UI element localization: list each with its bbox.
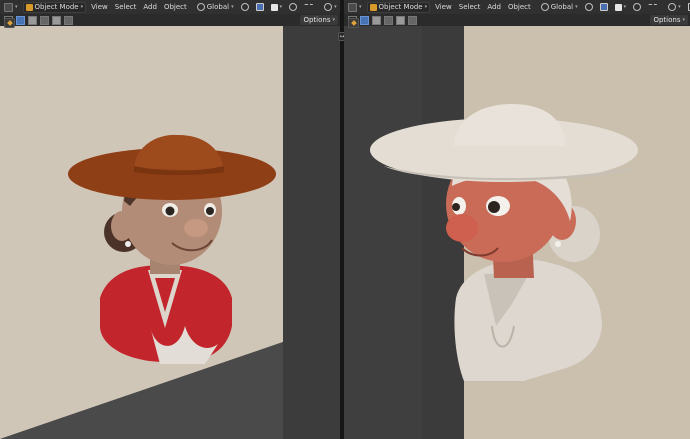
visibility-button[interactable]: ▾ bbox=[666, 2, 683, 13]
header-right: ▾ Object Mode ▾ View Select Add Object G… bbox=[344, 0, 690, 14]
header-left: ▾ Object Mode ▾ View Select Add Object G… bbox=[0, 0, 340, 14]
chevron-down-icon: ▾ bbox=[279, 4, 283, 10]
falloff-icon bbox=[648, 4, 659, 10]
pivot-button[interactable] bbox=[239, 2, 251, 13]
pivot-icon bbox=[584, 3, 593, 11]
tool-settings-left: Options ▾ bbox=[0, 14, 340, 26]
proportional-edit-button[interactable] bbox=[631, 2, 643, 13]
tool-settings-right: Options ▾ bbox=[344, 14, 690, 26]
orientation-label: Global bbox=[550, 3, 574, 11]
mode-label: Object Mode bbox=[34, 3, 79, 11]
mode-label: Object Mode bbox=[378, 3, 423, 11]
visibility-button[interactable]: ▾ bbox=[322, 2, 339, 13]
select-new-icon[interactable] bbox=[360, 15, 369, 25]
snap-target-icon bbox=[614, 3, 622, 11]
menu-add[interactable]: Add bbox=[485, 2, 503, 13]
options-label: Options bbox=[303, 16, 331, 24]
select-extend-icon[interactable] bbox=[28, 15, 37, 25]
select-new-icon[interactable] bbox=[16, 15, 25, 25]
snap-toggle[interactable] bbox=[254, 2, 266, 13]
options-button[interactable]: Options ▾ bbox=[650, 15, 688, 25]
viewport-left[interactable]: ▾ Object Mode ▾ View Select Add Object G… bbox=[0, 0, 340, 439]
orientation-icon bbox=[540, 3, 549, 11]
snap-icon bbox=[599, 3, 608, 11]
falloff-button[interactable] bbox=[302, 2, 316, 13]
chevron-down-icon: ▾ bbox=[575, 4, 578, 10]
chevron-down-icon: ▾ bbox=[231, 4, 234, 10]
select-box-tool-icon[interactable] bbox=[348, 18, 359, 28]
options-chevron-icon: ▾ bbox=[332, 17, 335, 23]
menu-add[interactable]: Add bbox=[141, 2, 159, 13]
viewport-right-canvas[interactable] bbox=[344, 26, 690, 439]
falloff-icon bbox=[304, 4, 315, 10]
chevron-down-icon: ▾ bbox=[15, 4, 18, 10]
snap-target-button[interactable]: ▾ bbox=[613, 2, 629, 13]
options-button[interactable]: Options ▾ bbox=[300, 15, 338, 25]
mode-dropdown[interactable]: Object Mode ▾ bbox=[22, 1, 87, 13]
options-chevron-icon: ▾ bbox=[682, 17, 685, 23]
falloff-button[interactable] bbox=[646, 2, 660, 13]
orientation-dropdown[interactable]: Global ▾ bbox=[195, 2, 236, 13]
editor-type-icon bbox=[348, 2, 357, 12]
snap-icon bbox=[255, 3, 264, 11]
menu-view[interactable]: View bbox=[433, 2, 454, 13]
editor-type-button[interactable]: ▾ bbox=[2, 2, 20, 13]
mode-dropdown[interactable]: Object Mode ▾ bbox=[366, 1, 431, 13]
editor-type-icon bbox=[4, 2, 13, 12]
editor-type-button[interactable]: ▾ bbox=[346, 2, 364, 13]
select-box-tool-icon[interactable] bbox=[4, 18, 15, 28]
gizmo-button[interactable] bbox=[686, 2, 690, 13]
orientation-label: Global bbox=[206, 3, 230, 11]
select-subtract-icon[interactable] bbox=[40, 15, 49, 25]
select-intersect-icon[interactable] bbox=[408, 15, 417, 25]
select-subtract-icon[interactable] bbox=[384, 15, 393, 25]
menu-object[interactable]: Object bbox=[506, 2, 533, 13]
select-extend-icon[interactable] bbox=[372, 15, 381, 25]
proportional-edit-icon bbox=[633, 3, 642, 11]
menu-object[interactable]: Object bbox=[162, 2, 189, 13]
visibility-icon bbox=[668, 3, 677, 11]
select-invert-icon[interactable] bbox=[52, 15, 61, 25]
proportional-edit-button[interactable] bbox=[287, 2, 299, 13]
chevron-down-icon: ▾ bbox=[424, 4, 428, 10]
select-invert-icon[interactable] bbox=[396, 15, 405, 25]
proportional-edit-icon bbox=[289, 3, 298, 11]
pivot-icon bbox=[240, 3, 249, 11]
menu-select[interactable]: Select bbox=[457, 2, 483, 13]
object-mode-icon bbox=[369, 3, 377, 11]
snap-target-button[interactable]: ▾ bbox=[269, 2, 285, 13]
snap-toggle[interactable] bbox=[598, 2, 610, 13]
chevron-down-icon: ▾ bbox=[623, 4, 627, 10]
options-label: Options bbox=[653, 16, 681, 24]
chevron-down-icon: ▾ bbox=[80, 4, 84, 10]
orientation-icon bbox=[196, 3, 205, 11]
chevron-down-icon: ▾ bbox=[359, 4, 362, 10]
chevron-down-icon: ▾ bbox=[334, 4, 337, 10]
pivot-button[interactable] bbox=[583, 2, 595, 13]
orientation-dropdown[interactable]: Global ▾ bbox=[539, 2, 580, 13]
viewport-right[interactable]: ▾ Object Mode ▾ View Select Add Object G… bbox=[344, 0, 690, 439]
menu-view[interactable]: View bbox=[89, 2, 110, 13]
viewport-left-canvas[interactable] bbox=[0, 26, 340, 439]
chevron-down-icon: ▾ bbox=[678, 4, 681, 10]
visibility-icon bbox=[324, 3, 333, 11]
snap-target-icon bbox=[270, 3, 278, 11]
select-intersect-icon[interactable] bbox=[64, 15, 73, 25]
object-mode-icon bbox=[25, 3, 33, 11]
menu-select[interactable]: Select bbox=[113, 2, 139, 13]
